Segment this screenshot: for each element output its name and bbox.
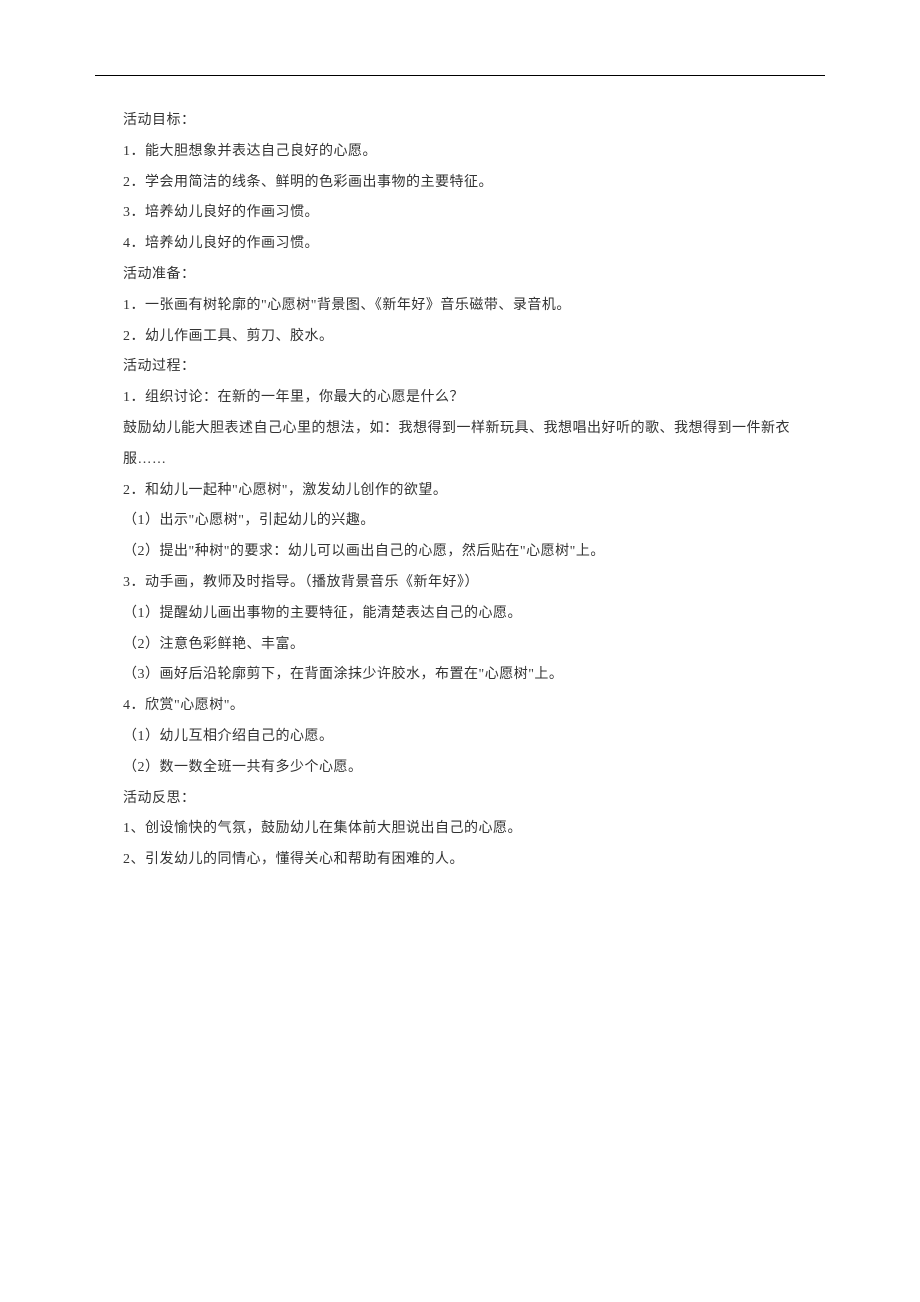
text-line: 4．欣赏"心愿树"。 [95,691,825,722]
document-page: 活动目标： 1．能大胆想象并表达自己良好的心愿。 2．学会用简洁的线条、鲜明的色… [0,0,920,916]
text-line: （2）提出"种树"的要求：幼儿可以画出自己的心愿，然后贴在"心愿树"上。 [95,537,825,568]
text-line: 2、引发幼儿的同情心，懂得关心和帮助有困难的人。 [95,845,825,876]
text-line: 活动准备： [95,260,825,291]
text-line: 1．一张画有树轮廓的"心愿树"背景图、《新年好》音乐磁带、录音机。 [95,291,825,322]
text-line: 1．能大胆想象并表达自己良好的心愿。 [95,137,825,168]
text-line: （2）注意色彩鲜艳、丰富。 [95,630,825,661]
text-line: 3．动手画，教师及时指导。（播放背景音乐《新年好》） [95,568,825,599]
text-line: 活动反思： [95,784,825,815]
text-line: （1）出示"心愿树"，引起幼儿的兴趣。 [95,506,825,537]
text-line: 1、创设愉快的气氛，鼓励幼儿在集体前大胆说出自己的心愿。 [95,814,825,845]
text-line: 活动目标： [95,106,825,137]
text-line: （3）画好后沿轮廓剪下，在背面涂抹少许胶水，布置在"心愿树"上。 [95,660,825,691]
text-line: 4．培养幼儿良好的作画习惯。 [95,229,825,260]
horizontal-rule [95,75,825,76]
text-line: 3．培养幼儿良好的作画习惯。 [95,198,825,229]
text-line: 鼓励幼儿能大胆表述自己心里的想法，如：我想得到一样新玩具、我想唱出好听的歌、我想… [95,414,825,476]
text-line: （1）幼儿互相介绍自己的心愿。 [95,722,825,753]
text-line: 活动过程： [95,352,825,383]
text-line: 2．和幼儿一起种"心愿树"，激发幼儿创作的欲望。 [95,476,825,507]
text-line: （1）提醒幼儿画出事物的主要特征，能清楚表达自己的心愿。 [95,599,825,630]
text-line: 2．幼儿作画工具、剪刀、胶水。 [95,322,825,353]
text-line: 2．学会用简洁的线条、鲜明的色彩画出事物的主要特征。 [95,168,825,199]
document-content: 活动目标： 1．能大胆想象并表达自己良好的心愿。 2．学会用简洁的线条、鲜明的色… [95,106,825,876]
text-line: （2）数一数全班一共有多少个心愿。 [95,753,825,784]
text-line: 1．组织讨论：在新的一年里，你最大的心愿是什么？ [95,383,825,414]
